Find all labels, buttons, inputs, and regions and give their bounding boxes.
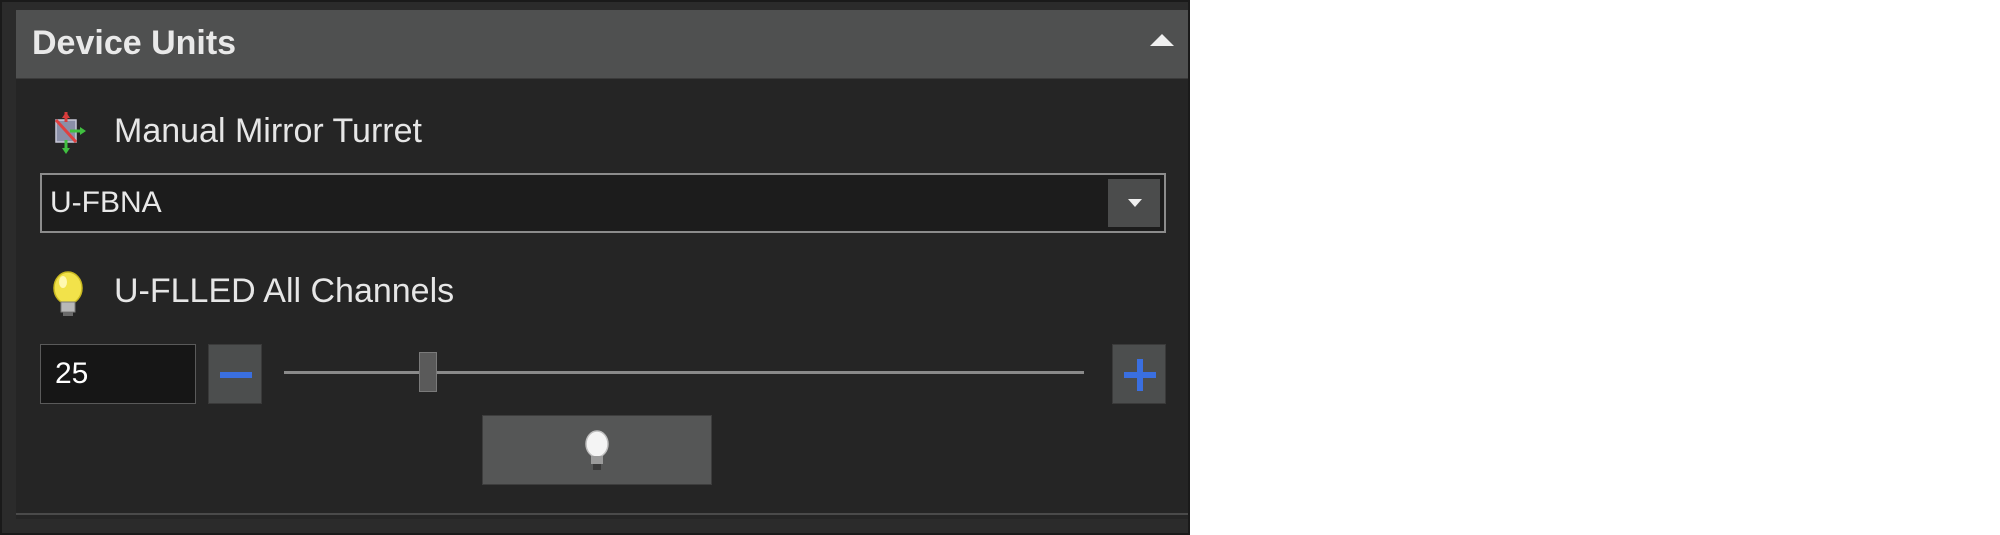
device-units-panel: Device Units Manual Mirror Turret U-FBNA… — [0, 0, 1190, 535]
mirror-turret-value: U-FBNA — [50, 186, 162, 219]
mirror-turret-icon — [48, 110, 88, 156]
intensity-slider-track[interactable] — [284, 371, 1084, 374]
caret-up-icon[interactable] — [1150, 34, 1174, 46]
intensity-slider-thumb[interactable] — [419, 352, 437, 392]
minus-icon — [220, 372, 252, 378]
panel-title: Device Units — [32, 24, 237, 62]
panel-divider — [16, 513, 1188, 515]
intensity-input[interactable]: 25 — [40, 344, 196, 404]
plus-icon — [1124, 359, 1156, 391]
light-toggle-button[interactable] — [482, 415, 712, 485]
mirror-turret-select[interactable]: U-FBNA — [40, 173, 1166, 233]
panel-header[interactable]: Device Units — [16, 10, 1188, 79]
lightbulb-off-icon — [585, 430, 609, 470]
chevron-down-icon[interactable] — [1108, 179, 1160, 227]
mirror-turret-label: Manual Mirror Turret — [114, 112, 422, 150]
led-label: U-FLLED All Channels — [114, 272, 455, 310]
decrement-button[interactable] — [208, 344, 262, 404]
increment-button[interactable] — [1112, 344, 1166, 404]
lightbulb-icon — [50, 270, 86, 320]
